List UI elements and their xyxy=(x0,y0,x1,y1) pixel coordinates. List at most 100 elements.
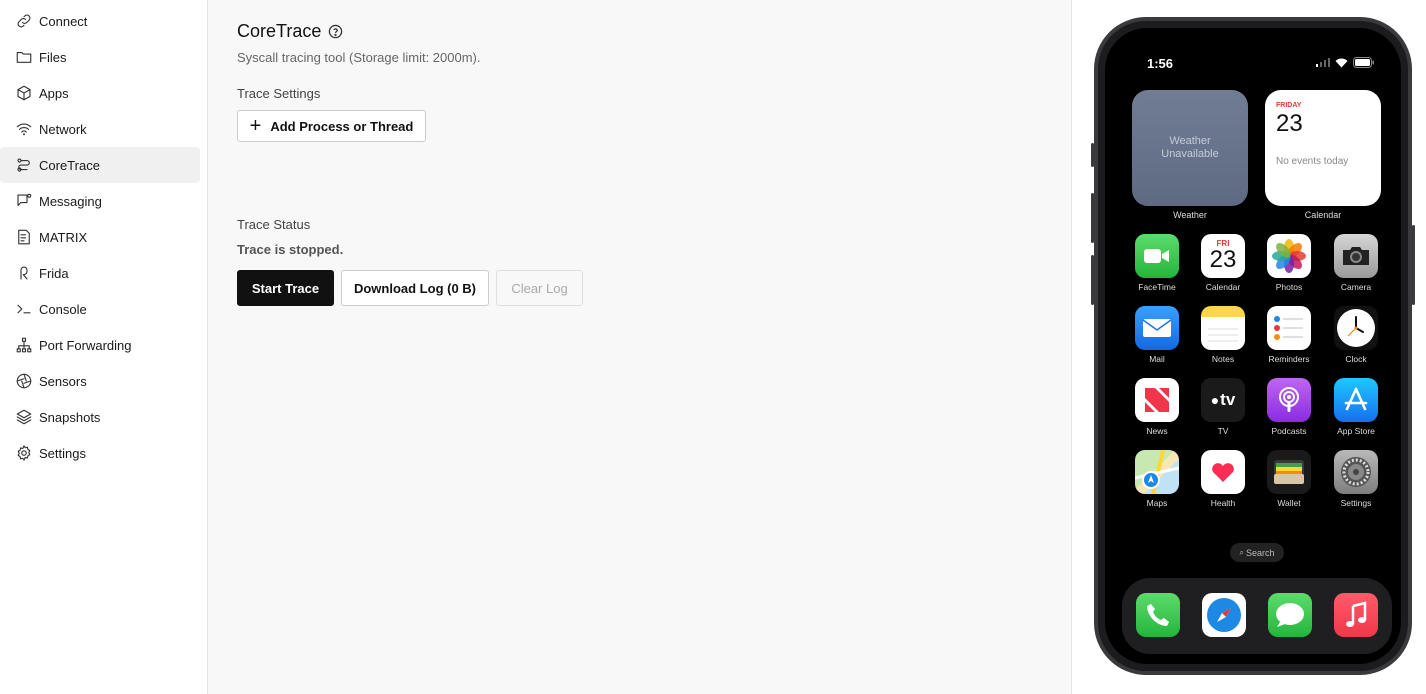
frida-icon xyxy=(15,264,33,282)
calendar-icon: FRI 23 xyxy=(1201,234,1245,278)
dock-app-messages[interactable] xyxy=(1268,593,1312,637)
weather-widget[interactable]: Weather Unavailable xyxy=(1132,90,1248,206)
status-time: 1:56 xyxy=(1147,56,1174,71)
title-row: CoreTrace xyxy=(237,21,343,42)
sidebar-item-network[interactable]: Network xyxy=(0,111,200,147)
layers-icon xyxy=(15,408,33,426)
app-mail[interactable]: Mail xyxy=(1135,306,1179,364)
dock xyxy=(1122,578,1392,654)
main-panel: CoreTrace Syscall tracing tool (Storage … xyxy=(208,0,1072,694)
home-search-pill[interactable]: ⌕ Search xyxy=(1230,543,1284,562)
app-podcasts[interactable]: Podcasts xyxy=(1267,378,1311,436)
app-reminders[interactable]: Reminders xyxy=(1267,306,1311,364)
app-news[interactable]: News xyxy=(1135,378,1179,436)
start-trace-button[interactable]: Start Trace xyxy=(237,270,334,306)
clock-icon xyxy=(1334,306,1378,350)
app-app-store[interactable]: App Store xyxy=(1334,378,1378,436)
sidebar-item-sensors[interactable]: Sensors xyxy=(0,363,200,399)
download-log-button[interactable]: Download Log (0 B) xyxy=(341,270,489,306)
clear-log-button[interactable]: Clear Log xyxy=(496,270,583,306)
volume-down-button xyxy=(1091,255,1094,305)
aperture-icon xyxy=(15,372,33,390)
calendar-widget-day: FRIDAY xyxy=(1276,102,1302,109)
sidebar-item-label: Console xyxy=(39,301,87,317)
sidebar-item-label: Apps xyxy=(39,85,69,101)
sidebar-item-label: Frida xyxy=(39,265,69,281)
app-label: Settings xyxy=(1340,498,1372,508)
sidebar-item-port-forwarding[interactable]: Port Forwarding xyxy=(0,327,200,363)
tv-icon: ● tv xyxy=(1201,378,1245,422)
weather-widget-text: Weather Unavailable xyxy=(1161,134,1219,160)
app-label: Mail xyxy=(1149,354,1165,364)
app-label: Reminders xyxy=(1268,354,1310,364)
wallet-icon xyxy=(1267,450,1311,494)
dock-app-safari[interactable] xyxy=(1202,593,1246,637)
battery-icon xyxy=(1353,57,1374,68)
app-notes[interactable]: Notes xyxy=(1201,306,1245,364)
app-photos[interactable]: Photos xyxy=(1267,234,1311,292)
signal-icon xyxy=(1316,58,1330,67)
add-process-button[interactable]: + Add Process or Thread xyxy=(237,110,426,142)
app-settings[interactable]: Settings xyxy=(1334,450,1378,508)
sidebar-item-messaging[interactable]: Messaging xyxy=(0,183,200,219)
reminders-icon xyxy=(1267,306,1311,350)
safari-icon xyxy=(1202,593,1246,637)
sidebar-item-settings[interactable]: Settings xyxy=(0,435,200,471)
dock-app-phone[interactable] xyxy=(1136,593,1180,637)
dynamic-island xyxy=(1240,50,1324,74)
sidebar-item-label: Snapshots xyxy=(39,409,101,425)
document-icon xyxy=(15,228,33,246)
sidebar-item-label: Messaging xyxy=(39,193,102,209)
app-facetime[interactable]: FaceTime xyxy=(1135,234,1179,292)
sidebar-item-apps[interactable]: Apps xyxy=(0,75,200,111)
gear-icon xyxy=(15,444,33,462)
device-screen[interactable]: 1:56 Weather Unavailable Weather FRIDAY … xyxy=(1105,28,1401,664)
folder-icon xyxy=(15,48,33,66)
app-clock[interactable]: Clock xyxy=(1334,306,1378,364)
settings-icon xyxy=(1334,450,1378,494)
calendar-widget-date: 23 xyxy=(1276,110,1303,137)
app-label: Camera xyxy=(1340,282,1372,292)
app-health[interactable]: Health xyxy=(1201,450,1245,508)
wifi-status-icon xyxy=(1335,58,1348,67)
sidebar-item-coretrace[interactable]: CoreTrace xyxy=(0,147,200,183)
app-label: App Store xyxy=(1337,426,1375,436)
sidebar-item-label: Files xyxy=(39,49,67,65)
iphone-frame: 1:56 Weather Unavailable Weather FRIDAY … xyxy=(1091,17,1415,675)
facetime-icon xyxy=(1135,234,1179,278)
help-icon[interactable] xyxy=(328,24,343,39)
volume-up-button xyxy=(1091,193,1094,243)
terminal-icon xyxy=(15,300,33,318)
device-panel: 1:56 Weather Unavailable Weather FRIDAY … xyxy=(1072,0,1426,694)
sidebar: Connect Files Apps Network CoreTrace Mes… xyxy=(0,0,208,694)
sidebar-item-label: Sensors xyxy=(39,373,87,389)
trace-status-text: Trace is stopped. xyxy=(237,242,344,257)
app-label: Notes xyxy=(1211,354,1235,364)
action-button xyxy=(1091,143,1094,167)
app-calendar[interactable]: FRI 23 Calendar xyxy=(1201,234,1245,292)
app-label: FaceTime xyxy=(1138,282,1176,292)
sidebar-item-matrix[interactable]: MATRIX xyxy=(0,219,200,255)
trace-settings-label: Trace Settings xyxy=(237,86,321,101)
app-tv[interactable]: ● tv TV xyxy=(1201,378,1245,436)
sidebar-item-snapshots[interactable]: Snapshots xyxy=(0,399,200,435)
app-label: Photos xyxy=(1275,282,1303,292)
calendar-widget[interactable]: FRIDAY 23 No events today xyxy=(1265,90,1381,206)
app-camera[interactable]: Camera xyxy=(1334,234,1378,292)
app-label: Health xyxy=(1210,498,1236,508)
notes-icon xyxy=(1201,306,1245,350)
sidebar-item-frida[interactable]: Frida xyxy=(0,255,200,291)
sidebar-item-connect[interactable]: Connect xyxy=(0,3,200,39)
dock-app-music[interactable] xyxy=(1334,593,1378,637)
app-maps[interactable]: Maps xyxy=(1135,450,1179,508)
search-icon: ⌕ xyxy=(1239,547,1244,557)
sidebar-item-files[interactable]: Files xyxy=(0,39,200,75)
sidebar-item-console[interactable]: Console xyxy=(0,291,200,327)
app-label: Wallet xyxy=(1277,498,1301,508)
power-button xyxy=(1412,225,1415,305)
sidebar-item-label: Connect xyxy=(39,13,88,29)
message-icon xyxy=(15,192,33,210)
app-label: Clock xyxy=(1345,354,1367,364)
app-wallet[interactable]: Wallet xyxy=(1267,450,1311,508)
app-label: TV xyxy=(1217,426,1229,436)
